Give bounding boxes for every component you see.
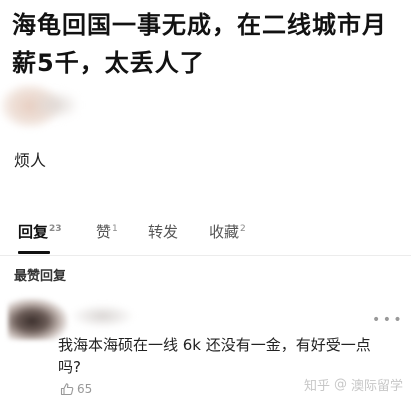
more-horizontal-icon[interactable]: • • • [372, 312, 402, 328]
reply-tabs: 回复23 赞1 转发 收藏2 [0, 205, 411, 256]
tab-reposts[interactable]: 转发 [148, 221, 178, 242]
tab-replies-count: 23 [49, 224, 62, 234]
tab-likes-count: 1 [112, 224, 118, 234]
tab-favorites[interactable]: 收藏2 [209, 221, 246, 242]
like-count: 65 [77, 382, 93, 396]
watermark: 知乎 @ 澳际留学 [304, 375, 403, 394]
reply-username-blurred [70, 304, 135, 328]
post-body: 烦人 [14, 151, 47, 170]
tab-replies-label: 回复 [18, 223, 49, 241]
post-title: 海龟回国一事无成，在二线城市月薪5千，太丢人了 [12, 11, 387, 77]
reply-text: 我海本海硕在一线 6k 还没有一金，有好受一点吗? [58, 336, 371, 376]
tab-likes-label: 赞 [96, 223, 112, 241]
thumbs-up-icon [60, 383, 74, 396]
watermark-text-source: 澳际留学 [351, 379, 404, 394]
like-button[interactable]: 65 [60, 382, 92, 396]
tab-likes[interactable]: 赞1 [96, 221, 118, 242]
active-tab-underline [18, 251, 50, 254]
section-label: 最赞回复 [14, 269, 67, 284]
tab-favorites-label: 收藏 [209, 223, 240, 241]
tab-replies[interactable]: 回复23 [18, 221, 62, 242]
watermark-text-zhihu: 知乎 [304, 379, 331, 394]
tab-favorites-count: 2 [240, 224, 246, 234]
watermark-separator: @ [334, 377, 348, 392]
tab-reposts-label: 转发 [148, 223, 179, 241]
author-name-blurred [30, 90, 80, 120]
